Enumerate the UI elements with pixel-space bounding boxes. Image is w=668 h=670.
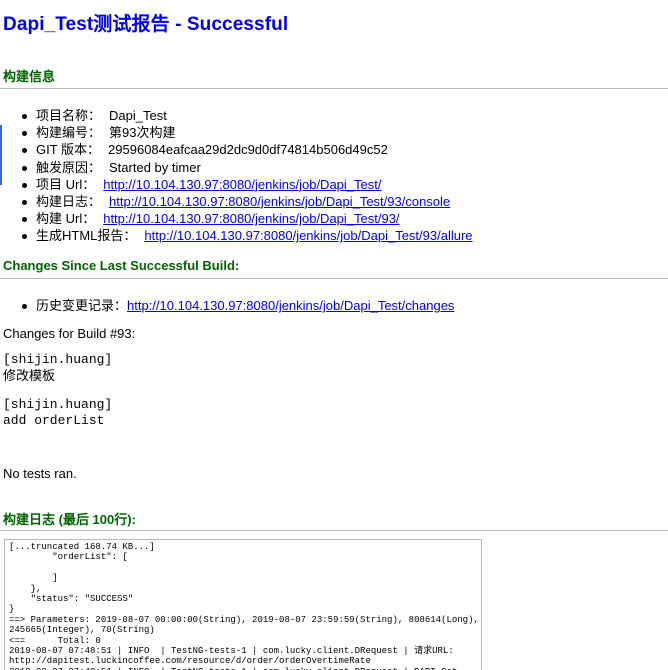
changes-heading: Changes Since Last Successful Build: (3, 258, 240, 273)
build-url-link[interactable]: http://10.104.130.97:8080/jenkins/job/Da… (103, 211, 399, 226)
list-item: 构建日志： http://10.104.130.97:8080/jenkins/j… (0, 193, 473, 210)
build-log-text: [...truncated 168.74 KB...] "orderList":… (9, 542, 479, 670)
list-item: 项目名称： Dapi_Test (0, 107, 473, 124)
change-entry: [shijin.huang] add orderList (3, 397, 112, 429)
divider (0, 278, 668, 279)
list-item: 项目 Url： http://10.104.130.97:8080/jenkins… (0, 176, 473, 193)
change-message: add orderList (3, 413, 105, 428)
list-item: 触发原因： Started by timer (0, 159, 473, 176)
build-log-heading: 构建日志 (最后 100行): (3, 512, 136, 527)
build-changes-title: Changes for Build #93: (3, 326, 136, 341)
list-item: 生成HTML报告： http://10.104.130.97:8080/jenki… (0, 227, 473, 244)
change-author: [shijin.huang] (3, 397, 113, 412)
list-item: 构建 Url： http://10.104.130.97:8080/jenkins… (0, 210, 473, 227)
history-changes-link[interactable]: http://10.104.130.97:8080/jenkins/job/Da… (127, 298, 454, 313)
project-url-link[interactable]: http://10.104.130.97:8080/jenkins/job/Da… (103, 177, 381, 192)
change-message: 修改模板 (3, 368, 56, 383)
list-item: GIT 版本： 29596084eafcaa29d2dc9d0df74814b50… (0, 141, 473, 158)
build-info-list: 项目名称： Dapi_Test 构建编号： 第93次构建 GIT 版本： 295960… (0, 107, 473, 245)
report-page: Dapi_Test测试报告 - Successful 构建信息 项目名称： Dap… (0, 0, 668, 670)
divider (0, 88, 668, 89)
divider (0, 530, 668, 531)
change-author: [shijin.huang] (3, 352, 113, 367)
changes-list: 历史变更记录：http://10.104.130.97:8080/jenkins… (0, 297, 454, 314)
build-info-heading: 构建信息 (3, 69, 56, 84)
build-log-box[interactable]: [...truncated 168.74 KB...] "orderList":… (4, 539, 482, 670)
list-item: 构建编号： 第93次构建 (0, 124, 473, 141)
report-title: Dapi_Test测试报告 - Successful (3, 14, 289, 35)
change-entry: [shijin.huang] 修改模板 (3, 352, 112, 384)
html-report-link[interactable]: http://10.104.130.97:8080/jenkins/job/Da… (144, 228, 472, 243)
tests-status: No tests ran. (3, 466, 77, 481)
list-item: 历史变更记录：http://10.104.130.97:8080/jenkins… (0, 297, 454, 314)
build-log-link[interactable]: http://10.104.130.97:8080/jenkins/job/Da… (109, 194, 450, 209)
